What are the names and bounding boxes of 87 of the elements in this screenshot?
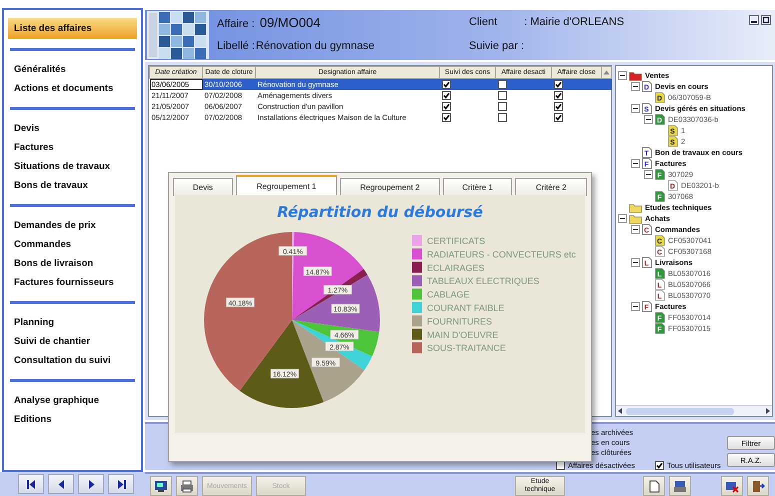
client-name: : Mairie d'ORLEANS	[524, 16, 624, 28]
legend-label: FOURNITURES	[427, 316, 492, 326]
field-label: Client	[469, 16, 498, 28]
tab[interactable]: Devis	[173, 178, 233, 196]
sidebar-item[interactable]: Factures fournisseurs	[8, 273, 137, 292]
field-label: Suivie par :	[469, 40, 524, 52]
last-record-icon	[116, 480, 126, 488]
scroll-up-icon[interactable]	[603, 69, 610, 76]
sidebar-item[interactable]: Editions	[8, 410, 137, 429]
delete-icon	[725, 480, 739, 492]
printer-icon	[180, 480, 194, 492]
next-record-button[interactable]	[78, 474, 104, 494]
first-record-icon	[26, 480, 36, 488]
legend-label: SOUS-TRAITANCE	[427, 343, 506, 354]
checkbox[interactable]	[498, 80, 506, 89]
document-icon	[647, 480, 661, 492]
collapse-icon[interactable]	[631, 104, 640, 113]
collapse-icon[interactable]	[631, 159, 640, 168]
tab[interactable]: Critère 2	[515, 178, 587, 196]
legend-label: TABLEAUX ELECTRIQUES	[427, 276, 540, 286]
sidebar-item[interactable]: Actions et documents	[8, 79, 137, 98]
checkbox[interactable]	[554, 102, 562, 111]
delete-button[interactable]	[721, 476, 743, 496]
collapse-icon[interactable]	[644, 115, 653, 124]
sidebar-item[interactable]: Planning	[8, 313, 137, 332]
sidebar-item[interactable]: Demandes de prix	[8, 216, 137, 235]
checkbox[interactable]	[654, 461, 664, 470]
sidebar-item[interactable]: Analyse graphique	[8, 391, 137, 410]
sidebar-item[interactable]: Suivi de chantier	[8, 332, 137, 351]
legend-label: COURANT FAIBLE	[427, 303, 504, 313]
sidebar-item[interactable]: Commandes	[8, 235, 137, 254]
sidebar-item[interactable]: Factures	[8, 138, 137, 157]
collapse-icon[interactable]	[631, 225, 640, 234]
collapse-icon[interactable]	[618, 71, 627, 80]
tab[interactable]: Regroupement 1	[236, 175, 338, 196]
logo-icon	[147, 11, 209, 59]
legend-label: CERTIFICATS	[427, 236, 486, 246]
printer-button[interactable]	[176, 476, 198, 496]
last-record-button[interactable]	[108, 474, 134, 494]
monitor-button[interactable]	[150, 476, 172, 496]
tab[interactable]: Critère 1	[442, 178, 512, 196]
previous-record-button[interactable]	[48, 474, 74, 494]
collapse-icon[interactable]	[631, 302, 640, 311]
chart-title: Répartition du déboursé	[277, 203, 483, 221]
exit-button[interactable]	[747, 476, 769, 496]
affaire-label: Rénovation du gymnase	[256, 40, 375, 52]
checkbox[interactable]	[498, 113, 506, 122]
next-record-icon	[86, 480, 96, 488]
maximize-icon[interactable]	[761, 15, 771, 25]
previous-record-icon	[56, 480, 66, 488]
checkbox[interactable]	[554, 113, 562, 122]
document-button[interactable]	[643, 476, 665, 496]
checkbox[interactable]	[556, 461, 565, 470]
exit-icon	[751, 480, 765, 492]
checkbox[interactable]	[554, 91, 562, 100]
collapse-icon[interactable]	[631, 258, 640, 267]
sidebar-item[interactable]: Devis	[8, 119, 137, 138]
sidebar-item[interactable]: Consultation du suivi	[8, 351, 137, 370]
tab[interactable]: Regroupement 2	[340, 178, 440, 196]
scroll-right-icon[interactable]	[764, 407, 772, 415]
minimize-icon[interactable]	[749, 15, 759, 25]
horizontal-scrollbar[interactable]	[616, 405, 772, 416]
checkbox[interactable]	[554, 80, 562, 89]
field-label: Affaire :	[217, 18, 255, 30]
sidebar-item[interactable]: Liste des affaires	[8, 18, 137, 39]
checkbox[interactable]	[498, 91, 506, 100]
sidebar-item[interactable]: Bons de travaux	[8, 176, 137, 195]
legend-label: RADIATEURS - CONVECTEURS etc	[427, 249, 576, 260]
collapse-icon[interactable]	[631, 82, 640, 91]
checkbox[interactable]	[442, 113, 450, 122]
monitor-icon	[154, 480, 168, 492]
legend-label: CABLAGE	[427, 290, 470, 300]
affaire-code: 09/MO004	[260, 14, 320, 30]
sidebar-item[interactable]: Généralités	[8, 60, 137, 79]
legend-label: ECLAIRAGES	[427, 262, 485, 273]
first-record-button[interactable]	[18, 474, 44, 494]
collapse-icon[interactable]	[618, 214, 627, 223]
collapse-icon[interactable]	[644, 170, 653, 179]
checkbox[interactable]	[442, 80, 450, 89]
sidebar-item[interactable]: Bons de livraison	[8, 254, 137, 273]
field-label: Libellé :	[217, 40, 255, 52]
legend-label: MAIN D'OEUVRE	[427, 330, 498, 340]
sidebar-item[interactable]: Situations de travaux	[8, 157, 137, 176]
checkbox[interactable]	[442, 102, 450, 111]
checkbox[interactable]	[442, 91, 450, 100]
scroll-left-icon[interactable]	[616, 407, 624, 415]
checkbox[interactable]	[498, 102, 506, 111]
